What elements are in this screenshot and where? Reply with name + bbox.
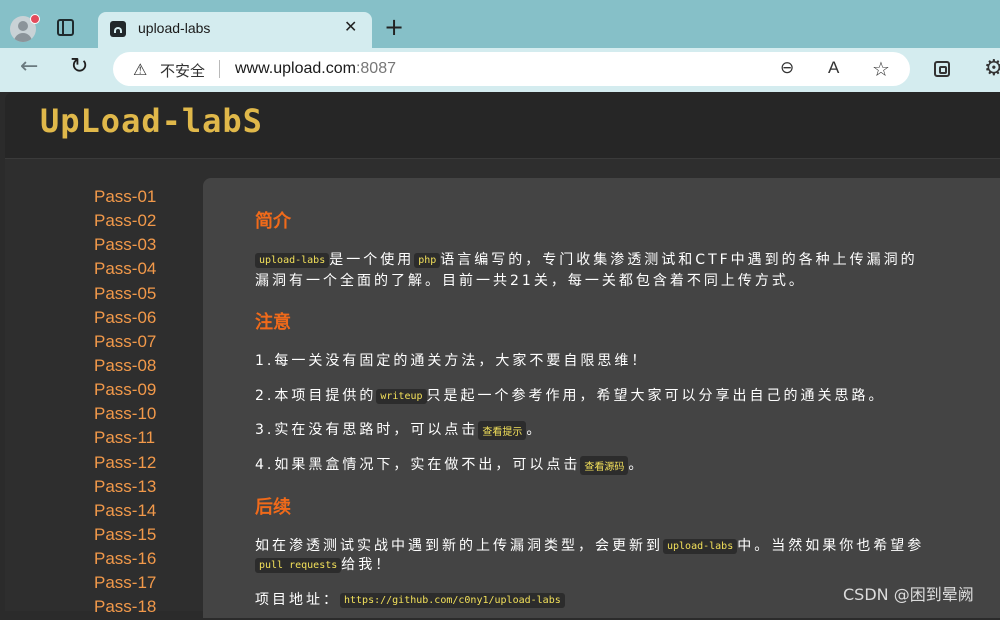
tab-upload-labs[interactable]: upload-labs ✕ [98,12,372,48]
notice-heading: 注意 [255,312,291,333]
address-divider [219,60,220,78]
csdn-watermark: CSDN @困到晕阙 [843,585,974,604]
warning-icon[interactable]: ⚠ [133,60,147,79]
sidebar-item-pass-15[interactable]: Pass-15 [94,523,156,547]
repo-url-link[interactable]: https://github.com/c0ny1/upload-labs [340,592,565,608]
settings-gear-icon[interactable]: ⚙ [984,56,1000,81]
pass-sidebar: Pass-01 Pass-02 Pass-03 Pass-04 Pass-05 … [94,185,156,620]
notice-item-4: 4.如果黑盒情况下，实在做不出，可以点击 查看源码。 [255,455,646,475]
reload-icon[interactable]: ↻ [70,54,88,79]
view-hint-button[interactable]: 查看提示 [478,420,527,440]
code-upload-labs: upload-labs [255,252,330,268]
sidebar-item-pass-16[interactable]: Pass-16 [94,547,156,571]
sidebar-item-pass-06[interactable]: Pass-06 [94,306,156,330]
favorite-star-icon[interactable]: ☆ [872,57,890,81]
sidebar-item-pass-01[interactable]: Pass-01 [94,185,156,209]
address-bar[interactable]: ⚠ 不安全 www.upload.com:8087 ⊖ A ☆ [113,52,910,86]
sidebar-item-pass-09[interactable]: Pass-09 [94,378,156,402]
url-text[interactable]: www.upload.com:8087 [235,60,396,78]
code-upload-labs-2: upload-labs [663,538,738,554]
sidebar-item-pass-03[interactable]: Pass-03 [94,233,156,257]
sidebar-item-pass-07[interactable]: Pass-07 [94,330,156,354]
close-tab-icon[interactable]: ✕ [344,17,357,36]
sidebar-item-pass-05[interactable]: Pass-05 [94,282,156,306]
sidebar-item-pass-02[interactable]: Pass-02 [94,209,156,233]
intro-line-1: upload-labs 是一个使用 php 语言编写的，专门收集渗透测试和CTF中遇到… [255,249,918,269]
sidebar-item-pass-12[interactable]: Pass-12 [94,451,156,475]
sidebar-item-pass-04[interactable]: Pass-04 [94,257,156,281]
repo-line: 项目地址： https://github.com/c0ny1/upload-lab… [255,589,565,609]
intro-heading: 简介 [255,211,291,232]
code-php: php [414,252,441,268]
sidebar-item-pass-18[interactable]: Pass-18 [94,595,156,619]
collections-icon[interactable] [934,61,950,77]
site-header: UpLoad-labS [5,92,1000,159]
insecure-label[interactable]: 不安全 [160,60,205,81]
read-aloud-icon[interactable]: A [828,58,839,78]
notice-item-2: 2.本项目提供的 writeup 只是起一个参考作用，希望大家可以分享出自己的通关思… [255,388,886,404]
follow-up-line-1: 如在渗透测试实战中遇到新的上传漏洞类型，会更新到 upload-labs 中。当然如… [255,538,925,554]
sidebar-item-pass-10[interactable]: Pass-10 [94,402,156,426]
notice-item-3: 3.实在没有思路时，可以点击 查看提示。 [255,420,544,440]
notice-item-1: 1.每一关没有固定的通关方法，大家不要自限思维！ [255,353,649,369]
follow-up-heading: 后续 [255,497,291,518]
page-body: Pass-01 Pass-02 Pass-03 Pass-04 Pass-05 … [5,159,1000,618]
back-arrow-icon[interactable]: ← [20,54,38,79]
zoom-out-icon[interactable]: ⊖ [780,58,794,78]
sidebar-item-pass-17[interactable]: Pass-17 [94,571,156,595]
writeup-link[interactable]: writeup [376,388,427,404]
intro-line-2: 漏洞有一个全面的了解。目前一共21关，每一关都包含着不同上传方式。 [255,273,806,289]
view-source-button[interactable]: 查看源码 [580,455,629,475]
site-favicon-icon [110,21,126,37]
browser-tab-bar: upload-labs ✕ + [0,0,1000,48]
sidebar-item-pass-13[interactable]: Pass-13 [94,475,156,499]
sidebar-item-pass-08[interactable]: Pass-08 [94,354,156,378]
new-tab-icon[interactable]: + [384,13,404,41]
url-port: :8087 [355,60,396,77]
sidebar-item-pass-11[interactable]: Pass-11 [94,426,156,450]
upload-labs-logo[interactable]: UpLoad-labS [40,102,263,140]
tab-title: upload-labs [138,20,211,36]
tab-actions-icon[interactable] [57,19,74,36]
code-pull-requests: pull requests [255,557,342,573]
sidebar-item-pass-14[interactable]: Pass-14 [94,499,156,523]
intro-panel: 简介 upload-labs 是一个使用 php 语言编写的，专门收集渗透测试和CTF… [203,178,1000,618]
notification-dot-icon [30,14,40,24]
url-host: www.upload.com [235,60,356,77]
browser-toolbar: ← ↻ ⚠ 不安全 www.upload.com:8087 ⊖ A ☆ [0,48,1000,92]
follow-up-line-2: pull requests 给我！ [255,554,392,574]
